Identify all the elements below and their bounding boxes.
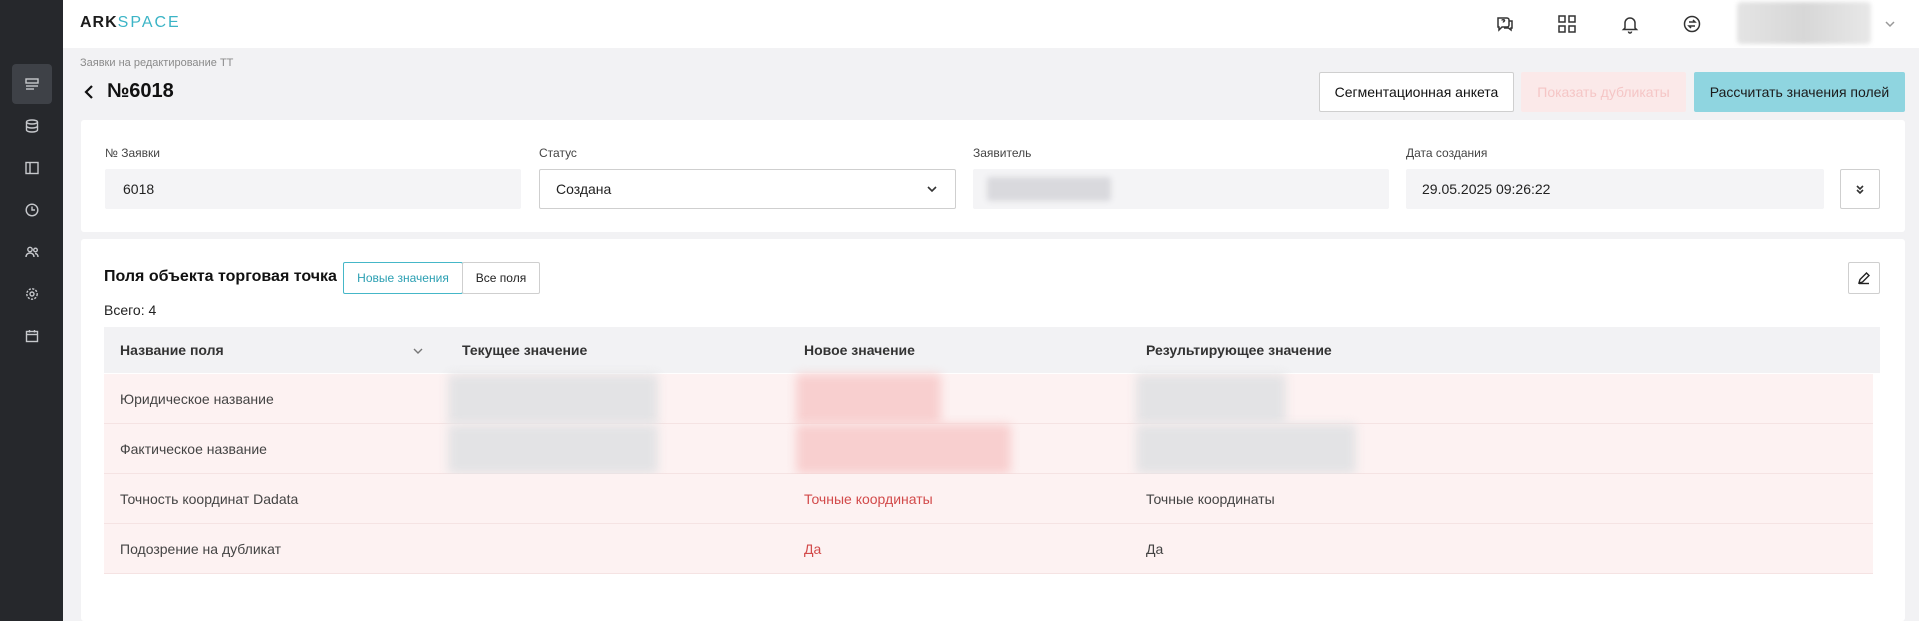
- bell-icon: [1621, 17, 1639, 34]
- column-header-field-name[interactable]: Название поля: [120, 342, 224, 358]
- calculate-fields-button[interactable]: Рассчитать значения полей: [1694, 72, 1905, 112]
- chat-question-icon: [1497, 17, 1513, 32]
- created-date-value: 29.05.2025 09:26:22: [1422, 181, 1551, 197]
- sync-button[interactable]: [1678, 10, 1706, 38]
- sidebar-item-history[interactable]: [12, 190, 52, 230]
- user-menu-chevron[interactable]: [1884, 17, 1896, 35]
- logo-part-2: SPACE: [117, 14, 181, 31]
- sidebar-item-requests[interactable]: [12, 64, 52, 104]
- row-field-name: Точность координат Dadata: [120, 491, 299, 507]
- table-header: [104, 327, 1880, 373]
- table-row: [104, 474, 1873, 524]
- toggle-new-values[interactable]: Новые значения: [343, 262, 463, 294]
- applicant-label: Заявитель: [973, 146, 1032, 160]
- column-header-current-value: Текущее значение: [462, 342, 588, 358]
- requests-icon: [25, 78, 39, 90]
- sidebar: [0, 0, 63, 621]
- sidebar-item-database[interactable]: [12, 106, 52, 146]
- table-row: [104, 524, 1873, 574]
- back-button[interactable]: [82, 82, 100, 102]
- pencil-icon: [1857, 272, 1870, 285]
- request-number-label: № Заявки: [105, 146, 160, 160]
- created-date-field: 29.05.2025 09:26:22: [1406, 169, 1824, 209]
- toggle-all-fields[interactable]: Все поля: [462, 262, 540, 294]
- table-row: [104, 374, 1873, 424]
- applicant-value-redacted: [987, 177, 1111, 201]
- applicant-field: [973, 169, 1389, 209]
- section-title: Поля объекта торговая точка: [104, 268, 337, 285]
- column-header-new-value: Новое значение: [804, 342, 915, 358]
- sidebar-item-settings[interactable]: [12, 274, 52, 314]
- breadcrumb[interactable]: Заявки на редактирование ТТ: [80, 57, 233, 69]
- chevron-down-icon: [413, 348, 423, 354]
- chevron-down-icon: [1885, 21, 1895, 28]
- notifications-button[interactable]: [1616, 10, 1644, 38]
- total-count: Всего: 4: [104, 302, 157, 318]
- row-new-value: Точные координаты: [804, 491, 933, 507]
- status-value: Создана: [556, 181, 612, 197]
- row-field-name: Фактическое название: [120, 441, 267, 457]
- column-header-result-value: Результирующее значение: [1146, 342, 1332, 358]
- layout-icon: [25, 161, 39, 175]
- status-label: Статус: [539, 146, 577, 160]
- support-button[interactable]: [1491, 10, 1519, 38]
- database-icon: [25, 119, 39, 133]
- row-new-value: Да: [804, 541, 822, 557]
- double-chevron-down-icon: [1856, 185, 1864, 195]
- status-select[interactable]: Создана: [539, 169, 956, 209]
- row-result-value-redacted: [1136, 374, 1286, 424]
- row-field-name: Подозрение на дубликат: [120, 541, 281, 557]
- user-menu[interactable]: [1737, 2, 1871, 44]
- chevron-down-icon: [927, 186, 937, 193]
- row-current-value-redacted: [448, 374, 658, 424]
- app-logo[interactable]: ARKSPACE: [80, 14, 181, 32]
- page-title: №6018: [107, 80, 174, 102]
- apps-button[interactable]: [1553, 10, 1581, 38]
- settings-icon: [26, 288, 38, 300]
- sidebar-item-layout[interactable]: [12, 148, 52, 188]
- row-result-value: Да: [1146, 541, 1164, 557]
- row-result-value: Точные координаты: [1146, 491, 1275, 507]
- sync-icon: [1683, 15, 1701, 33]
- sidebar-item-users[interactable]: [12, 232, 52, 272]
- column-sort-toggle[interactable]: [411, 344, 425, 363]
- request-number-field: 6018: [105, 169, 521, 209]
- request-number-value: 6018: [123, 181, 155, 197]
- sidebar-item-calendar[interactable]: [12, 316, 52, 356]
- row-current-value-redacted: [448, 424, 658, 474]
- arrow-left-icon: [84, 85, 93, 99]
- clock-icon: [25, 203, 39, 217]
- row-field-name: Юридическое название: [120, 391, 274, 407]
- users-icon: [25, 246, 39, 258]
- segmentation-button[interactable]: Сегментационная анкета: [1319, 72, 1514, 112]
- created-date-label: Дата создания: [1406, 146, 1488, 160]
- expand-button[interactable]: [1840, 169, 1880, 209]
- logo-part-1: ARK: [80, 14, 118, 31]
- row-result-value-redacted: [1136, 424, 1356, 474]
- show-duplicates-button[interactable]: Показать дубликаты: [1521, 72, 1686, 112]
- row-new-value-redacted: [796, 424, 1011, 474]
- apps-grid-icon: [1558, 15, 1576, 33]
- calendar-icon: [25, 330, 39, 343]
- edit-button[interactable]: [1848, 262, 1880, 294]
- row-new-value-redacted: [796, 374, 941, 424]
